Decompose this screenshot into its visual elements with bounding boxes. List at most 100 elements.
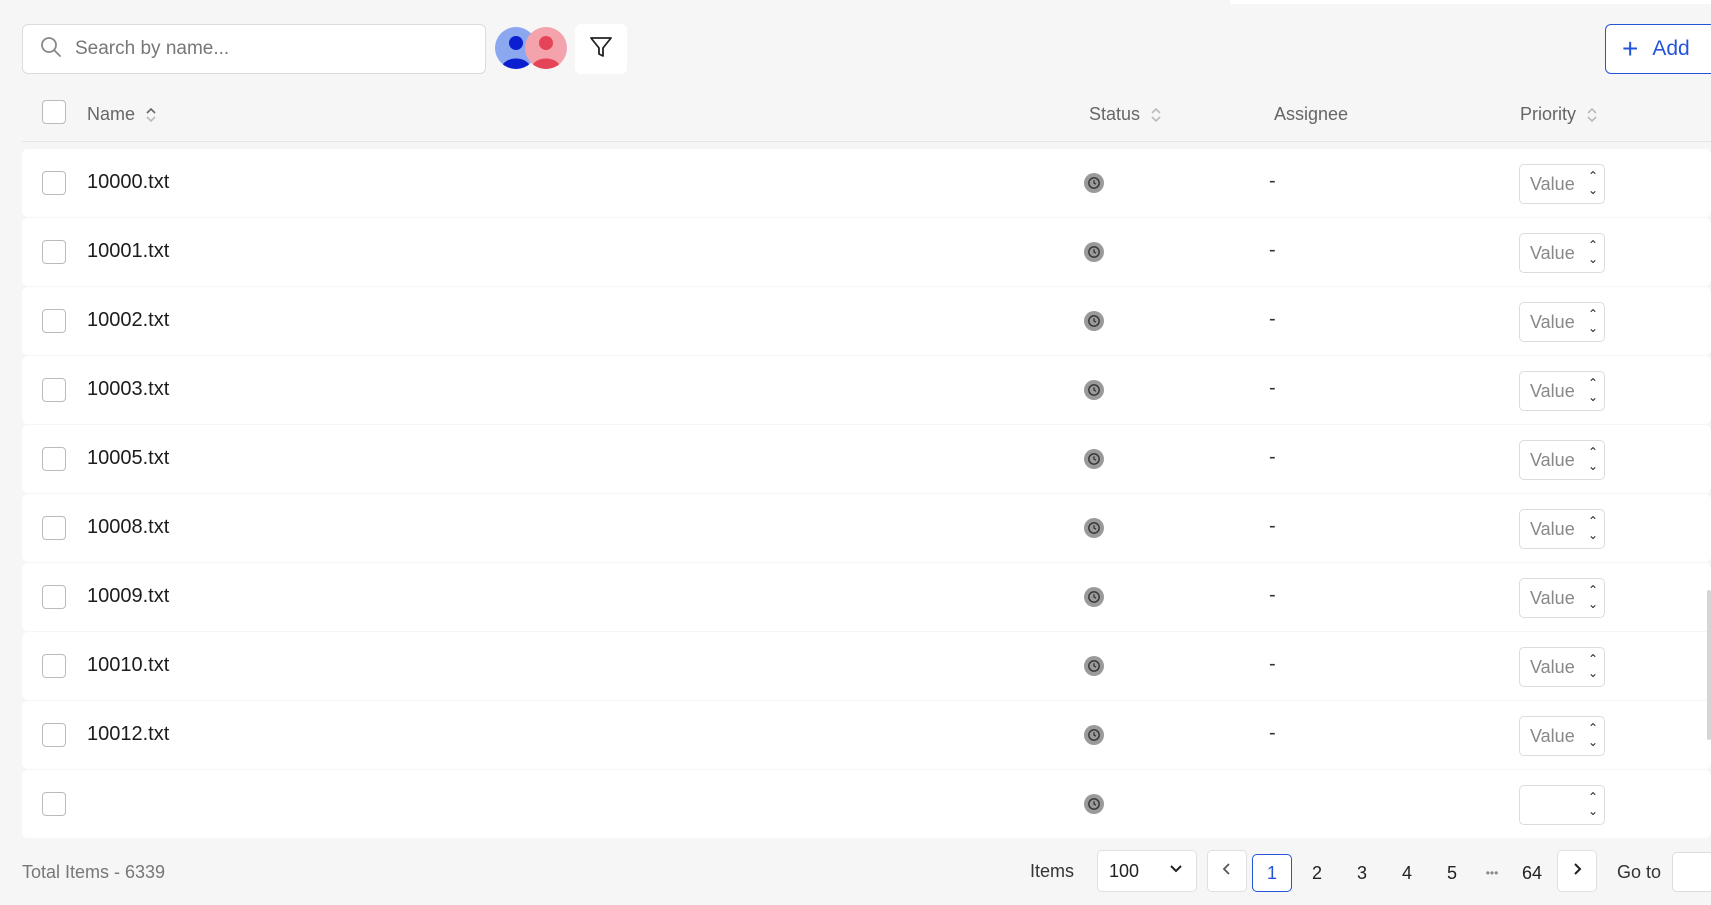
sort-icon[interactable] bbox=[1586, 106, 1598, 124]
chevron-up-icon[interactable]: ⌃ bbox=[1588, 652, 1598, 666]
assignee-value: - bbox=[1269, 515, 1276, 537]
table-row[interactable]: 10001.txt - Value ⌃ ⌄ bbox=[22, 218, 1711, 286]
row-checkbox[interactable] bbox=[42, 447, 66, 471]
priority-stepper[interactable]: Value ⌃ ⌄ bbox=[1519, 578, 1605, 618]
priority-stepper[interactable]: Value ⌃ ⌄ bbox=[1519, 371, 1605, 411]
chevron-down-icon[interactable]: ⌄ bbox=[1588, 666, 1598, 680]
priority-stepper[interactable]: Value ⌃ ⌄ bbox=[1519, 716, 1605, 756]
next-page-button[interactable] bbox=[1557, 850, 1597, 892]
clock-icon bbox=[1083, 172, 1105, 194]
page-last-button[interactable]: 64 bbox=[1512, 854, 1552, 892]
table-row[interactable]: ⌃ ⌄ bbox=[22, 770, 1711, 838]
file-name[interactable]: 10002.txt bbox=[87, 309, 169, 332]
file-name[interactable]: 10010.txt bbox=[87, 654, 169, 677]
chevron-down-icon[interactable]: ⌄ bbox=[1588, 804, 1598, 818]
clock-icon bbox=[1083, 448, 1105, 470]
add-button[interactable]: + Add bbox=[1605, 24, 1711, 74]
search-icon bbox=[39, 35, 63, 64]
items-per-page-select[interactable]: 100 bbox=[1097, 850, 1197, 892]
table-row[interactable]: 10000.txt - Value ⌃ ⌄ bbox=[22, 149, 1711, 217]
file-name[interactable]: 10009.txt bbox=[87, 585, 169, 608]
chevron-down-icon[interactable]: ⌄ bbox=[1588, 321, 1598, 335]
clock-icon bbox=[1083, 655, 1105, 677]
top-strip bbox=[1230, 0, 1711, 4]
page-2-button[interactable]: 2 bbox=[1297, 854, 1337, 892]
chevron-down-icon[interactable]: ⌄ bbox=[1588, 597, 1598, 611]
page-ellipsis[interactable]: ••• bbox=[1472, 854, 1512, 892]
table-row[interactable]: 10003.txt - Value ⌃ ⌄ bbox=[22, 356, 1711, 424]
chevron-down-icon[interactable]: ⌄ bbox=[1588, 390, 1598, 404]
column-header-name[interactable]: Name bbox=[87, 104, 157, 125]
chevron-up-icon[interactable]: ⌃ bbox=[1588, 307, 1598, 321]
chevron-down-icon[interactable]: ⌄ bbox=[1588, 183, 1598, 197]
priority-stepper[interactable]: ⌃ ⌄ bbox=[1519, 785, 1605, 825]
clock-icon bbox=[1083, 586, 1105, 608]
assignee-value: - bbox=[1269, 722, 1276, 744]
table-row[interactable]: 10005.txt - Value ⌃ ⌄ bbox=[22, 425, 1711, 493]
chevron-down-icon[interactable]: ⌄ bbox=[1588, 528, 1598, 542]
priority-stepper[interactable]: Value ⌃ ⌄ bbox=[1519, 440, 1605, 480]
priority-stepper[interactable]: Value ⌃ ⌄ bbox=[1519, 164, 1605, 204]
clock-icon bbox=[1083, 379, 1105, 401]
priority-stepper[interactable]: Value ⌃ ⌄ bbox=[1519, 509, 1605, 549]
file-name[interactable]: 10005.txt bbox=[87, 447, 169, 470]
add-button-label: Add bbox=[1652, 37, 1690, 60]
select-all-checkbox[interactable] bbox=[42, 100, 66, 124]
side-panel-handle[interactable] bbox=[1707, 590, 1711, 740]
search-box[interactable] bbox=[22, 24, 486, 74]
chevron-up-icon[interactable]: ⌃ bbox=[1588, 238, 1598, 252]
table-row[interactable]: 10008.txt - Value ⌃ ⌄ bbox=[22, 494, 1711, 562]
sort-icon[interactable] bbox=[1150, 106, 1162, 124]
column-header-priority[interactable]: Priority bbox=[1520, 104, 1598, 125]
search-input[interactable] bbox=[75, 38, 455, 60]
row-checkbox[interactable] bbox=[42, 654, 66, 678]
filter-button[interactable] bbox=[575, 24, 627, 74]
table-row[interactable]: 10002.txt - Value ⌃ ⌄ bbox=[22, 287, 1711, 355]
assignee-value: - bbox=[1269, 377, 1276, 399]
chevron-up-icon[interactable]: ⌃ bbox=[1588, 445, 1598, 459]
file-name[interactable]: 10003.txt bbox=[87, 378, 169, 401]
chevron-up-icon[interactable]: ⌃ bbox=[1588, 790, 1598, 804]
row-checkbox[interactable] bbox=[42, 240, 66, 264]
chevron-down-icon[interactable]: ⌄ bbox=[1588, 459, 1598, 473]
file-name[interactable]: 10012.txt bbox=[87, 723, 169, 746]
row-checkbox[interactable] bbox=[42, 723, 66, 747]
clock-icon bbox=[1083, 310, 1105, 332]
column-header-assignee: Assignee bbox=[1274, 104, 1349, 124]
sort-icon[interactable] bbox=[145, 106, 157, 124]
priority-stepper[interactable]: Value ⌃ ⌄ bbox=[1519, 647, 1605, 687]
row-checkbox[interactable] bbox=[42, 792, 66, 816]
row-checkbox[interactable] bbox=[42, 585, 66, 609]
chevron-up-icon[interactable]: ⌃ bbox=[1588, 583, 1598, 597]
table-row[interactable]: 10010.txt - Value ⌃ ⌄ bbox=[22, 632, 1711, 700]
page-4-button[interactable]: 4 bbox=[1387, 854, 1427, 892]
chevron-up-icon[interactable]: ⌃ bbox=[1588, 514, 1598, 528]
chevron-up-icon[interactable]: ⌃ bbox=[1588, 376, 1598, 390]
file-name[interactable]: 10008.txt bbox=[87, 516, 169, 539]
chevron-up-icon[interactable]: ⌃ bbox=[1588, 169, 1598, 183]
goto-page-input[interactable] bbox=[1672, 852, 1711, 892]
chevron-up-icon[interactable]: ⌃ bbox=[1588, 721, 1598, 735]
priority-stepper[interactable]: Value ⌃ ⌄ bbox=[1519, 233, 1605, 273]
prev-page-button[interactable] bbox=[1207, 850, 1247, 892]
row-checkbox[interactable] bbox=[42, 516, 66, 540]
page-5-button[interactable]: 5 bbox=[1432, 854, 1472, 892]
file-name[interactable]: 10000.txt bbox=[87, 171, 169, 194]
chevron-down-icon[interactable]: ⌄ bbox=[1588, 735, 1598, 749]
table-row[interactable]: 10012.txt - Value ⌃ ⌄ bbox=[22, 701, 1711, 769]
file-name[interactable]: 10001.txt bbox=[87, 240, 169, 263]
clock-icon bbox=[1083, 517, 1105, 539]
avatar[interactable] bbox=[525, 27, 567, 69]
chevron-down-icon bbox=[1168, 861, 1184, 882]
row-checkbox[interactable] bbox=[42, 309, 66, 333]
column-header-status[interactable]: Status bbox=[1089, 104, 1162, 125]
avatar-group[interactable] bbox=[495, 27, 567, 71]
chevron-down-icon[interactable]: ⌄ bbox=[1588, 252, 1598, 266]
priority-stepper[interactable]: Value ⌃ ⌄ bbox=[1519, 302, 1605, 342]
row-checkbox[interactable] bbox=[42, 171, 66, 195]
row-checkbox[interactable] bbox=[42, 378, 66, 402]
table-row[interactable]: 10009.txt - Value ⌃ ⌄ bbox=[22, 563, 1711, 631]
page-1-button[interactable]: 1 bbox=[1252, 854, 1292, 892]
assignee-value: - bbox=[1269, 170, 1276, 192]
page-3-button[interactable]: 3 bbox=[1342, 854, 1382, 892]
